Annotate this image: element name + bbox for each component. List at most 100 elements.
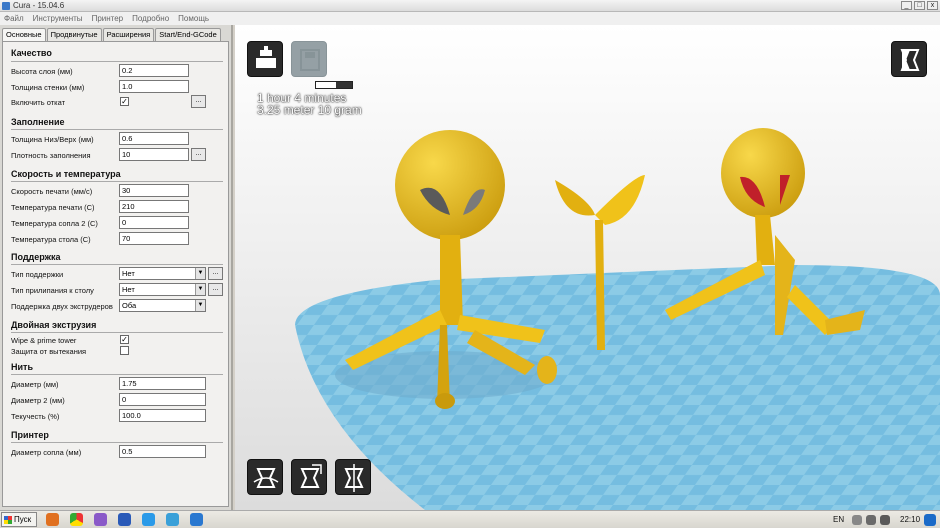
save-gcode-icon	[300, 49, 320, 71]
menu-bar: Файл Инструменты Принтер Подробно Помощь	[0, 12, 940, 25]
label-filament-diameter: Диаметр (мм)	[11, 380, 59, 389]
ooze-shield-checkbox[interactable]	[120, 346, 129, 355]
bottom-top-thickness-input[interactable]: 0.6	[119, 132, 189, 145]
firefox-icon[interactable]	[46, 513, 59, 526]
section-divider	[11, 181, 223, 182]
chrome-icon[interactable]	[70, 513, 83, 526]
load-model-button[interactable]	[247, 41, 283, 77]
cura-app-icon	[2, 2, 10, 10]
nozzle2-temperature-input[interactable]: 0	[119, 216, 189, 229]
section-title-filament: Нить	[11, 362, 33, 372]
scale-button[interactable]	[291, 459, 327, 495]
print-temperature-input[interactable]: 210	[119, 200, 189, 213]
platform-adhesion-value: Нет	[122, 285, 135, 294]
view-mode-icon	[900, 49, 920, 71]
clock: 22:10	[900, 515, 921, 524]
slice-progress-fill	[316, 82, 336, 88]
support-settings-button[interactable]: ...	[208, 267, 223, 280]
tab-basic[interactable]: Основные	[2, 28, 46, 41]
section-divider	[11, 264, 223, 265]
menu-help[interactable]: Помощь	[178, 14, 209, 23]
network-icon[interactable]	[866, 515, 876, 525]
material-estimate: 3.25 meter 10 gram	[257, 103, 362, 117]
chevron-down-icon: ▼	[195, 300, 205, 311]
start-button[interactable]: Пуск	[1, 512, 37, 527]
label-nozzle2-temperature: Температура сопла 2 (C)	[11, 219, 98, 228]
tray-icon[interactable]	[852, 515, 862, 525]
cura-taskbar-icon[interactable]	[190, 513, 203, 526]
bed-temperature-input[interactable]: 70	[119, 232, 189, 245]
telegram-icon[interactable]	[166, 513, 179, 526]
fill-settings-button[interactable]: ...	[191, 148, 206, 161]
section-divider	[11, 61, 223, 62]
menu-tools[interactable]: Инструменты	[33, 14, 83, 23]
label-nozzle-size: Диаметр сопла (мм)	[11, 448, 82, 457]
settings-tabs: Основные Продвинутые Расширения Start/En…	[2, 28, 222, 41]
platform-adhesion-select[interactable]: Нет ▼	[119, 283, 206, 296]
settings-panel: Основные Продвинутые Расширения Start/En…	[0, 25, 233, 510]
support-type-value: Нет	[122, 269, 135, 278]
label-filament-diameter2: Диаметр 2 (мм)	[11, 396, 65, 405]
label-shell-thickness: Толщина стенки (мм)	[11, 83, 85, 92]
maximize-button[interactable]: □	[914, 1, 925, 10]
window-title: Cura - 15.04.6	[13, 1, 65, 10]
view-mode-button[interactable]	[891, 41, 927, 77]
media-player-icon[interactable]	[94, 513, 107, 526]
tab-start-end-gcode[interactable]: Start/End-GCode	[155, 28, 221, 41]
retraction-checkbox[interactable]: ✓	[120, 97, 129, 106]
mirror-icon	[344, 464, 364, 492]
label-print-speed: Скорость печати (мм/с)	[11, 187, 93, 196]
wipe-tower-checkbox[interactable]: ✓	[120, 335, 129, 344]
rotate-icon	[253, 468, 279, 488]
menu-file[interactable]: Файл	[4, 14, 24, 23]
label-dual-support: Поддержка двух экструдеров	[11, 302, 113, 311]
print-speed-input[interactable]: 30	[119, 184, 189, 197]
close-button[interactable]: x	[927, 1, 938, 10]
label-retraction: Включить откат	[11, 98, 66, 107]
language-indicator[interactable]: EN	[833, 515, 844, 524]
label-ooze-shield: Защита от вытекания	[11, 347, 87, 356]
tab-plugins[interactable]: Расширения	[102, 28, 155, 41]
adhesion-settings-button[interactable]: ...	[208, 283, 223, 296]
taskbar: Пуск EN 22:10	[0, 510, 940, 528]
label-platform-adhesion: Тип прилипания к столу	[11, 286, 94, 295]
3d-viewport[interactable]: 1 hour 4 minutes 3.25 meter 10 gram	[235, 25, 940, 510]
menu-expert[interactable]: Подробно	[132, 14, 169, 23]
mirror-button[interactable]	[335, 459, 371, 495]
support-type-select[interactable]: Нет ▼	[119, 267, 206, 280]
label-fill-density: Плотность заполнения	[11, 151, 91, 160]
slice-progress-bar	[315, 81, 353, 89]
nozzle-size-input[interactable]: 0.5	[119, 445, 206, 458]
section-divider	[11, 442, 223, 443]
skype-icon[interactable]	[142, 513, 155, 526]
section-divider	[11, 374, 223, 375]
shell-thickness-input[interactable]: 1.0	[119, 80, 189, 93]
load-model-icon	[256, 46, 276, 68]
save-app-icon[interactable]	[118, 513, 131, 526]
notification-icon[interactable]	[924, 514, 936, 526]
chevron-down-icon: ▼	[195, 268, 205, 279]
section-divider	[11, 332, 223, 333]
chevron-down-icon: ▼	[195, 284, 205, 295]
label-wipe-tower: Wipe & prime tower	[11, 336, 77, 345]
tab-advanced[interactable]: Продвинутые	[46, 28, 102, 41]
label-support-type: Тип поддержки	[11, 270, 64, 279]
section-divider	[11, 129, 223, 130]
save-gcode-button[interactable]	[291, 41, 327, 77]
menu-machine[interactable]: Принтер	[92, 14, 124, 23]
scale-icon	[300, 464, 322, 488]
filament-diameter2-input[interactable]: 0	[119, 393, 206, 406]
dual-support-value: Оба	[122, 301, 137, 310]
label-bottom-top-thickness: Толщина Низ/Верх (мм)	[11, 135, 94, 144]
layer-height-input[interactable]: 0.2	[119, 64, 189, 77]
fill-density-input[interactable]: 10	[119, 148, 189, 161]
dual-support-select[interactable]: Оба ▼	[119, 299, 206, 312]
volume-icon[interactable]	[880, 515, 890, 525]
minimize-button[interactable]: _	[901, 1, 912, 10]
flow-input[interactable]: 100.0	[119, 409, 206, 422]
section-title-support: Поддержка	[11, 252, 61, 262]
section-title-speed: Скорость и температура	[11, 169, 121, 179]
filament-diameter-input[interactable]: 1.75	[119, 377, 206, 390]
rotate-button[interactable]	[247, 459, 283, 495]
retraction-settings-button[interactable]: ...	[191, 95, 206, 108]
